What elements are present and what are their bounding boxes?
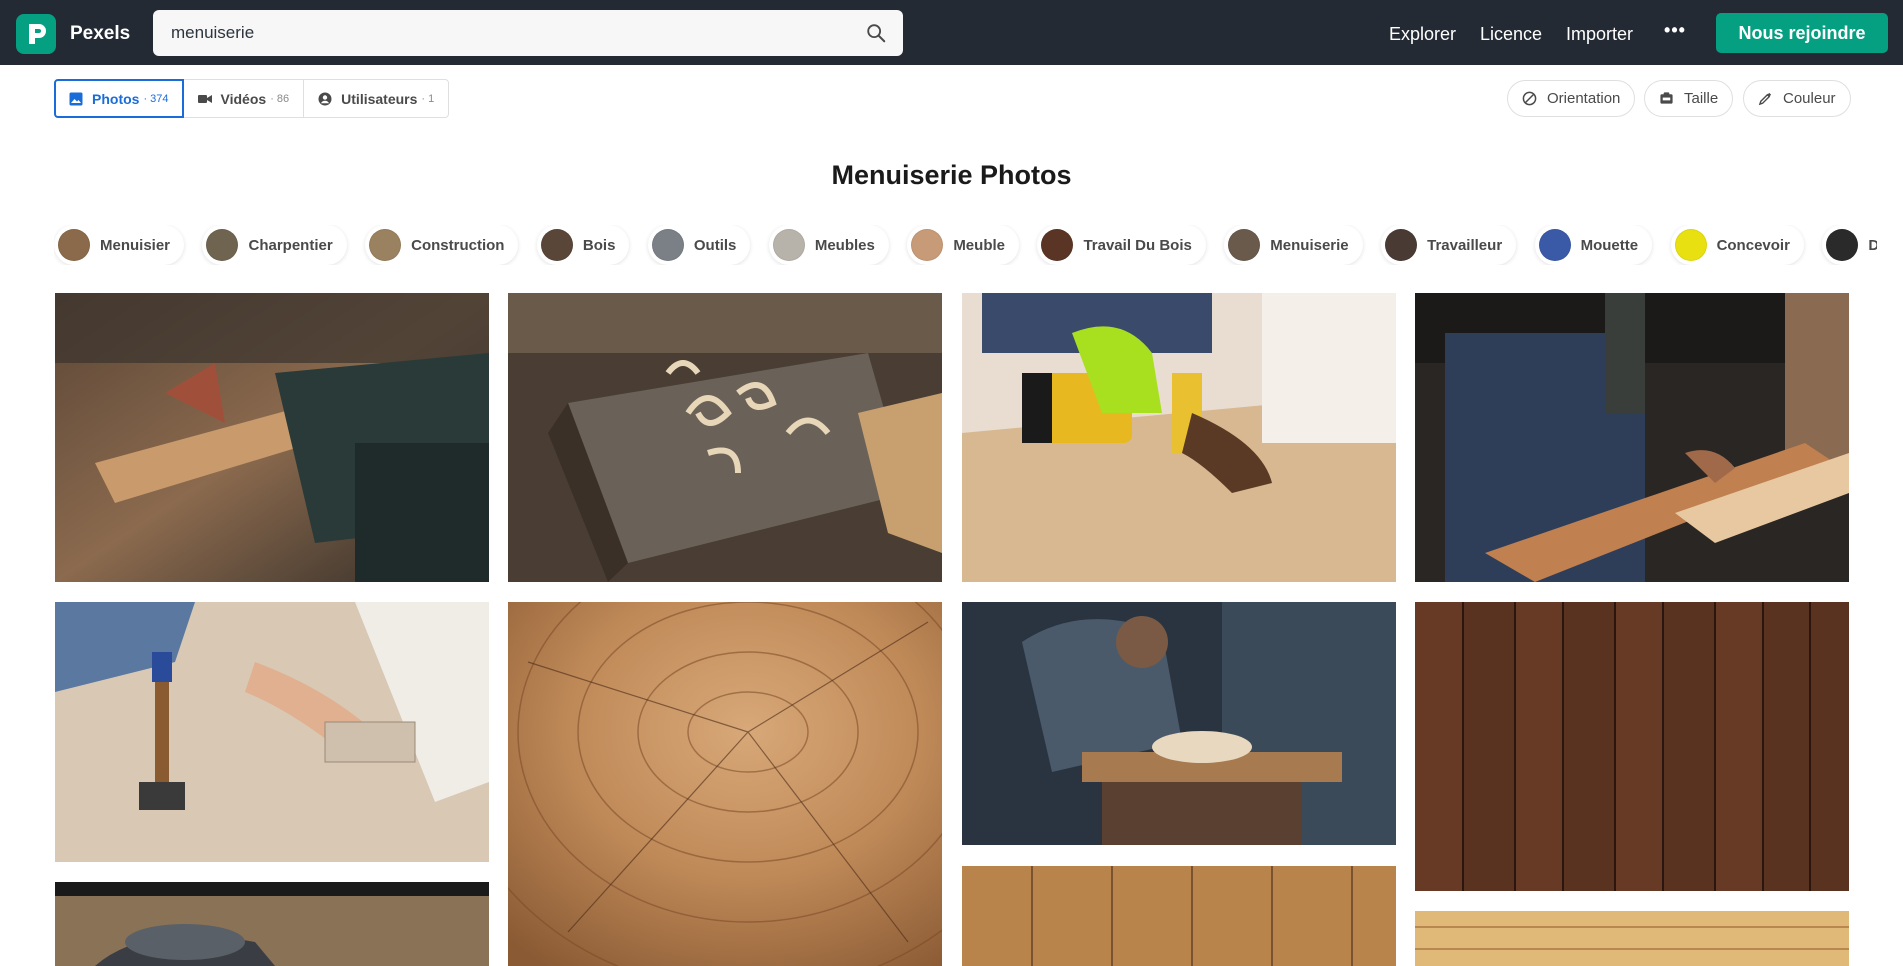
tab-count: · 86 (270, 92, 290, 105)
photo-image (508, 293, 942, 582)
photo-dark-wood-planks[interactable] (1415, 602, 1849, 891)
size-filter-button[interactable]: Taille (1644, 80, 1734, 117)
video-icon (197, 94, 212, 103)
tab-users[interactable]: Utilisateurs · 1 (303, 79, 450, 118)
chip-label: Outils (693, 236, 737, 254)
chip-thumbnail (540, 229, 573, 261)
top-navigation-bar: Pexels Explorer Licence Importer ••• Nou… (0, 0, 1903, 65)
tab-photos[interactable]: Photos · 374 (54, 79, 184, 118)
tab-videos[interactable]: Vidéos · 86 (182, 79, 305, 118)
search-input[interactable] (171, 10, 821, 56)
chip-bois[interactable]: Bois (536, 225, 630, 265)
chip-label: Travail Du Bois (1083, 236, 1192, 254)
chip-thumbnail (1041, 229, 1074, 261)
logo-text[interactable]: Pexels (70, 23, 130, 45)
chip-thumbnail (651, 229, 684, 261)
chip-concevoir[interactable]: Concevoir (1670, 225, 1804, 265)
photo-light-wood-planks[interactable] (1415, 911, 1849, 966)
tab-label: Vidéos (220, 90, 267, 107)
photo-drilling-wood[interactable] (1415, 293, 1849, 582)
chip-design[interactable]: Design (1822, 225, 1877, 265)
chip-meubles[interactable]: Meubles (768, 225, 889, 265)
chip-menuisier[interactable]: Menuisier (54, 225, 185, 265)
chip-menuiserie[interactable]: Menuiserie (1224, 225, 1363, 265)
chip-outils[interactable]: Outils (647, 225, 751, 265)
photo-wood-shavings[interactable] (508, 293, 942, 582)
photo-image (55, 293, 489, 582)
photo-image (1415, 293, 1849, 582)
user-icon (318, 92, 332, 105)
chip-label: Travailleur (1427, 236, 1503, 254)
orientation-filter-button[interactable]: Orientation (1507, 80, 1636, 117)
search-bar[interactable] (153, 10, 903, 56)
photo-hammer[interactable] (55, 882, 489, 966)
search-icon[interactable] (865, 22, 887, 44)
color-filter-button[interactable]: Couleur (1743, 80, 1851, 117)
photo-wood-planks-light[interactable] (962, 866, 1396, 966)
nav-license-link[interactable]: Licence (1480, 24, 1542, 45)
photo-tree-rings[interactable] (508, 602, 942, 966)
photo-carpenter-planing[interactable] (962, 602, 1396, 845)
photo-floor-measuring[interactable] (55, 602, 489, 862)
size-label: Taille (1684, 90, 1719, 107)
chip-thumbnail (206, 229, 239, 261)
size-icon (1660, 92, 1673, 104)
photo-image (55, 602, 489, 862)
orientation-label: Orientation (1547, 90, 1621, 107)
tab-label: Photos (92, 90, 140, 107)
photo-image (962, 866, 1396, 966)
chip-thumbnail (369, 229, 402, 261)
chip-label: Bois (582, 236, 616, 254)
orientation-icon (1522, 91, 1537, 106)
nav-explore-link[interactable]: Explorer (1389, 24, 1456, 45)
page-title: Menuiserie Photos (831, 160, 1072, 190)
chip-label: Concevoir (1716, 236, 1790, 254)
chip-label: Mouette (1580, 236, 1639, 254)
more-options-icon[interactable]: ••• (1661, 18, 1689, 46)
chip-charpentier[interactable]: Charpentier (202, 225, 347, 265)
related-searches: Menuisier Charpentier Construction Bois … (54, 225, 1877, 265)
chip-thumbnail (911, 229, 944, 261)
tab-count: · 374 (143, 92, 169, 105)
chip-thumbnail (772, 229, 805, 261)
join-button[interactable]: Nous rejoindre (1716, 13, 1888, 53)
media-type-tabs: Photos · 374 Vidéos · 86 Utilisateurs · … (54, 79, 450, 118)
chip-construction[interactable]: Construction (365, 225, 519, 265)
image-icon (69, 92, 83, 105)
chip-travailleur[interactable]: Travailleur (1381, 225, 1517, 265)
chip-thumbnail (1228, 229, 1261, 261)
chip-thumbnail (58, 229, 90, 261)
color-picker-icon (1758, 92, 1772, 106)
pexels-logo-icon[interactable] (16, 14, 56, 54)
chip-label: Construction (411, 236, 505, 254)
photo-drill-gloves[interactable] (962, 293, 1396, 582)
chip-label: Design (1868, 236, 1877, 254)
color-label: Couleur (1783, 90, 1836, 107)
chip-thumbnail (1826, 229, 1859, 261)
photo-image (1415, 602, 1849, 891)
photo-image (962, 293, 1396, 582)
chip-label: Meuble (953, 236, 1005, 254)
tab-label: Utilisateurs (341, 90, 418, 107)
chip-thumbnail (1538, 229, 1571, 261)
nav-upload-link[interactable]: Importer (1566, 24, 1633, 45)
chip-thumbnail (1385, 229, 1418, 261)
tab-count: · 1 (421, 92, 435, 105)
photo-image (55, 882, 489, 966)
chip-mouette[interactable]: Mouette (1534, 225, 1653, 265)
chip-thumbnail (1674, 229, 1707, 261)
photo-image (962, 602, 1396, 845)
photo-sander-workshop[interactable] (55, 293, 489, 582)
chip-meuble[interactable]: Meuble (907, 225, 1019, 265)
chip-label: Menuisier (100, 236, 171, 254)
chip-label: Menuiserie (1270, 236, 1349, 254)
chip-label: Meubles (814, 236, 875, 254)
chip-travail-du-bois[interactable]: Travail Du Bois (1037, 225, 1206, 265)
photo-image (508, 602, 942, 966)
chip-label: Charpentier (248, 236, 333, 254)
photo-image (1415, 911, 1849, 966)
